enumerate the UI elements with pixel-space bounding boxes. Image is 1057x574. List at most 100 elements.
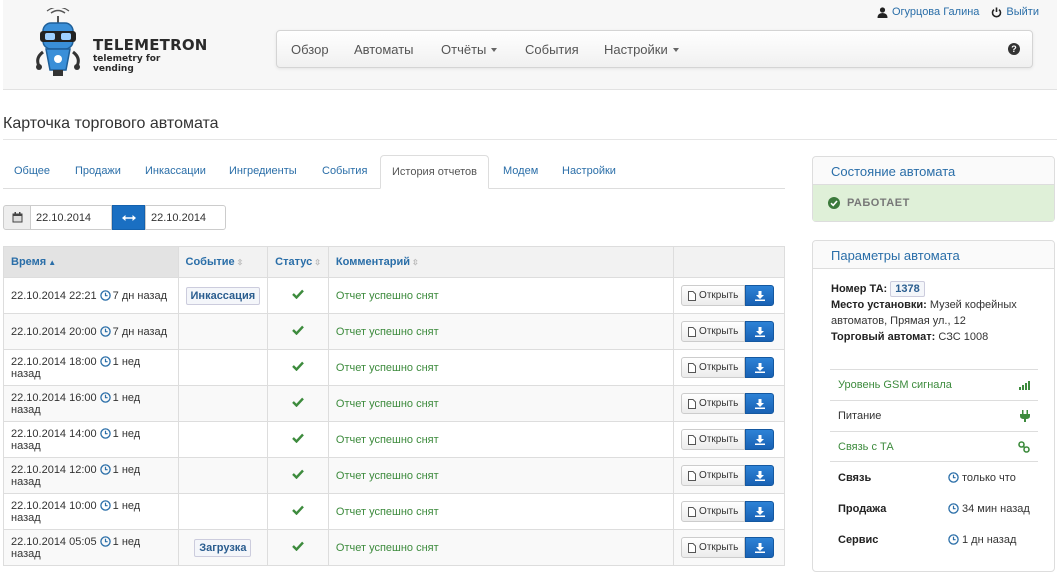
tab-sales[interactable]: Продажи: [75, 165, 121, 177]
download-report-button[interactable]: [745, 393, 775, 414]
open-report-button[interactable]: Открыть: [681, 321, 746, 342]
download-icon: [754, 362, 765, 373]
download-report-button[interactable]: [745, 501, 775, 522]
machine-params-panel: Параметры автомата Номер ТА: 1378 Место …: [812, 240, 1055, 572]
open-report-button[interactable]: Открыть: [681, 501, 746, 522]
clock-icon: [99, 427, 111, 439]
cell-actions: Открыть: [673, 529, 785, 566]
indicator-label: Питание: [838, 410, 882, 422]
help-icon[interactable]: ?: [1008, 43, 1020, 55]
table-row: 22.10.2014 05:05 1 нед назад Загрузка Отчет…: [3, 529, 785, 566]
column-header-status[interactable]: Статус ⇳: [267, 246, 329, 278]
cell-status: [267, 313, 329, 350]
table-row: 22.10.2014 20:00 7 дн назад Отчет успешно …: [3, 313, 785, 350]
arrows-horizontal-icon: [121, 214, 136, 221]
open-report-button[interactable]: Открыть: [681, 537, 746, 558]
user-profile-link[interactable]: Огурцова Галина: [877, 6, 979, 18]
date-range-picker: [3, 205, 226, 230]
nav-item-overview[interactable]: Обзор: [291, 42, 329, 57]
state-status: РАБОТАЕТ: [813, 185, 1054, 221]
param-label: Номер ТА:: [831, 283, 888, 295]
column-label: Событие: [185, 256, 235, 268]
link-icon: [1018, 440, 1030, 453]
cell-time: 22.10.2014 12:00 1 нед назад: [3, 457, 179, 494]
time-text: 22.10.2014 22:21: [11, 289, 97, 302]
download-icon: [754, 470, 765, 481]
nav-label: Настройки: [604, 42, 668, 57]
time-text: 22.10.2014 14:00: [11, 427, 97, 440]
tab-modem[interactable]: Модем: [503, 165, 538, 177]
report-history-table: Время ▲ Событие ⇳ Статус ⇳ Комментарий ⇳ 22.…: [3, 246, 785, 566]
cell-time: 22.10.2014 14:00 1 нед назад: [3, 421, 179, 458]
open-report-button[interactable]: Открыть: [681, 393, 746, 414]
download-report-button[interactable]: [745, 465, 775, 486]
comment-text: Отчет успешно снят: [335, 289, 439, 302]
download-report-button[interactable]: [745, 537, 775, 558]
download-icon: [754, 398, 765, 409]
clock-icon: [948, 472, 959, 483]
indicator-list: Уровень GSM сигнала Питание Связь с ТА С…: [830, 369, 1038, 555]
time-text: 22.10.2014 18:00: [11, 355, 97, 368]
tab-bar: Общее Продажи Инкассации Ингредиенты Соб…: [3, 155, 785, 189]
cell-actions: Открыть: [673, 421, 785, 458]
tab-events[interactable]: События: [322, 165, 367, 177]
column-label: Комментарий: [335, 256, 410, 268]
status-value: только что: [948, 472, 1016, 484]
file-icon: [688, 506, 697, 517]
nav-item-settings[interactable]: Настройки: [604, 42, 679, 57]
column-header-actions: [673, 246, 785, 278]
row-actions: Открыть: [681, 357, 777, 378]
cell-comment: Отчет успешно снят: [327, 277, 675, 314]
tab-settings[interactable]: Настройки: [562, 165, 616, 177]
table-row: 22.10.2014 10:00 1 нед назад Отчет успешно…: [3, 493, 785, 530]
param-number: Номер ТА: 1378: [831, 281, 1036, 297]
open-label: Открыть: [699, 506, 739, 517]
cell-status: [267, 457, 329, 494]
sort-asc-icon: ▲: [48, 258, 57, 267]
comment-text: Отчет успешно снят: [335, 325, 439, 338]
plug-icon: [1020, 410, 1030, 422]
file-icon: [688, 362, 697, 373]
column-header-time[interactable]: Время ▲: [3, 246, 179, 278]
column-header-event[interactable]: Событие ⇳: [177, 246, 269, 278]
tab-ingredients[interactable]: Ингредиенты: [229, 165, 297, 177]
download-report-button[interactable]: [745, 357, 775, 378]
nav-item-reports[interactable]: Отчёты: [441, 42, 498, 57]
date-to-input[interactable]: [145, 205, 226, 230]
param-location: Место установки: Музей кофейных автомато…: [831, 297, 1036, 329]
open-label: Открыть: [699, 398, 739, 409]
user-links: Огурцова Галина Выйти: [877, 6, 1039, 18]
column-header-comment[interactable]: Комментарий ⇳: [327, 246, 675, 278]
open-report-button[interactable]: Открыть: [681, 429, 746, 450]
nav-item-machines[interactable]: Автоматы: [354, 42, 414, 57]
row-actions: Открыть: [681, 321, 777, 342]
status-label: Продажа: [838, 502, 887, 515]
cell-event: Загрузка: [177, 529, 269, 566]
sort-icon: ⇳: [236, 258, 244, 267]
tab-general[interactable]: Общее: [14, 165, 50, 177]
date-from-input[interactable]: [31, 205, 112, 230]
logout-link[interactable]: Выйти: [991, 6, 1039, 18]
calendar-button[interactable]: [3, 205, 31, 230]
open-report-button[interactable]: Открыть: [681, 465, 746, 486]
status-connection: Связь только что: [830, 462, 1038, 493]
indicator-link: Связь с ТА: [830, 431, 1038, 462]
download-report-button[interactable]: [745, 321, 775, 342]
caret-down-icon: [672, 48, 679, 52]
time-ago-text: 7 дн назад: [112, 289, 168, 302]
telemetron-logo[interactable]: TELEMETRON telemetry for vending: [31, 8, 207, 80]
open-report-button[interactable]: Открыть: [681, 285, 746, 306]
machine-number-badge: 1378: [890, 281, 925, 297]
cell-time: 22.10.2014 10:00 1 нед назад: [3, 493, 179, 530]
main-navbar: Обзор Автоматы Отчёты События Настройки …: [276, 30, 1033, 68]
tab-collections[interactable]: Инкассации: [145, 165, 206, 177]
download-report-button[interactable]: [745, 285, 775, 306]
download-report-button[interactable]: [745, 429, 775, 450]
status-value-text: 1 дн назад: [962, 533, 1017, 546]
nav-item-events[interactable]: События: [525, 42, 579, 57]
check-icon: [292, 397, 304, 408]
download-icon: [754, 542, 765, 553]
cell-event: [177, 385, 269, 422]
tab-report-history[interactable]: История отчетов: [380, 155, 489, 189]
open-report-button[interactable]: Открыть: [681, 357, 746, 378]
